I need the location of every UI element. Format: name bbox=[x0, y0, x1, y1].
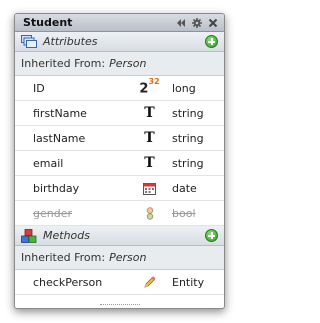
date-type-icon bbox=[127, 182, 172, 195]
attribute-row-gender[interactable]: gender bool bbox=[15, 201, 224, 226]
methods-title: Methods bbox=[43, 229, 90, 242]
attribute-type: date bbox=[172, 181, 197, 195]
string-type-icon: T bbox=[144, 105, 155, 121]
add-attribute-button[interactable] bbox=[205, 35, 218, 48]
string-type-icon: T bbox=[144, 130, 155, 146]
attribute-name: lastName bbox=[33, 131, 86, 145]
attribute-type: string bbox=[172, 106, 204, 120]
attribute-type: long bbox=[172, 81, 196, 95]
pencil-icon bbox=[127, 275, 172, 289]
attribute-type: string bbox=[172, 156, 204, 170]
entity-panel: Student Attributes Inherited From: Perso… bbox=[14, 13, 225, 309]
gear-icon[interactable] bbox=[192, 17, 202, 28]
attribute-type: bool bbox=[172, 206, 196, 220]
method-type: Entity bbox=[172, 275, 205, 289]
attribute-row-birthday[interactable]: birthday date bbox=[15, 176, 224, 201]
string-type-icon: T bbox=[144, 155, 155, 171]
titlebar-icons bbox=[176, 17, 218, 28]
bool-type-icon bbox=[127, 206, 172, 220]
titlebar[interactable]: Student bbox=[15, 14, 224, 32]
panel-title: Student bbox=[23, 16, 73, 29]
close-icon[interactable] bbox=[208, 18, 218, 28]
attributes-title: Attributes bbox=[43, 35, 98, 48]
resize-grip[interactable] bbox=[15, 303, 224, 308]
attribute-name: email bbox=[33, 156, 64, 170]
long-type-icon: 232 bbox=[139, 76, 160, 97]
attributes-section-header[interactable]: Attributes bbox=[15, 32, 224, 52]
attributes-inherited-row: Inherited From: Person bbox=[15, 52, 224, 76]
methods-section-header[interactable]: Methods bbox=[15, 226, 224, 246]
attribute-name: firstName bbox=[33, 106, 87, 120]
attribute-type: string bbox=[172, 131, 204, 145]
inherited-label: Inherited From: bbox=[21, 251, 106, 264]
inherited-parent[interactable]: Person bbox=[109, 251, 146, 264]
attribute-row-lastname[interactable]: lastName T string bbox=[15, 126, 224, 151]
method-name: checkPerson bbox=[33, 275, 103, 289]
attribute-row-email[interactable]: email T string bbox=[15, 151, 224, 176]
method-row-checkperson[interactable]: checkPerson Entity bbox=[15, 270, 224, 295]
attribute-row-id[interactable]: ID 232 long bbox=[15, 76, 224, 101]
inherited-parent[interactable]: Person bbox=[109, 57, 146, 70]
inherited-label: Inherited From: bbox=[21, 57, 106, 70]
attribute-name: ID bbox=[33, 81, 45, 95]
collapse-icon[interactable] bbox=[176, 18, 186, 28]
methods-inherited-row: Inherited From: Person bbox=[15, 246, 224, 270]
add-method-button[interactable] bbox=[205, 229, 218, 242]
attribute-row-firstname[interactable]: firstName T string bbox=[15, 101, 224, 126]
attribute-name: gender bbox=[33, 206, 72, 220]
methods-icon bbox=[21, 228, 37, 243]
attribute-name: birthday bbox=[33, 181, 80, 195]
attributes-icon bbox=[21, 34, 37, 48]
